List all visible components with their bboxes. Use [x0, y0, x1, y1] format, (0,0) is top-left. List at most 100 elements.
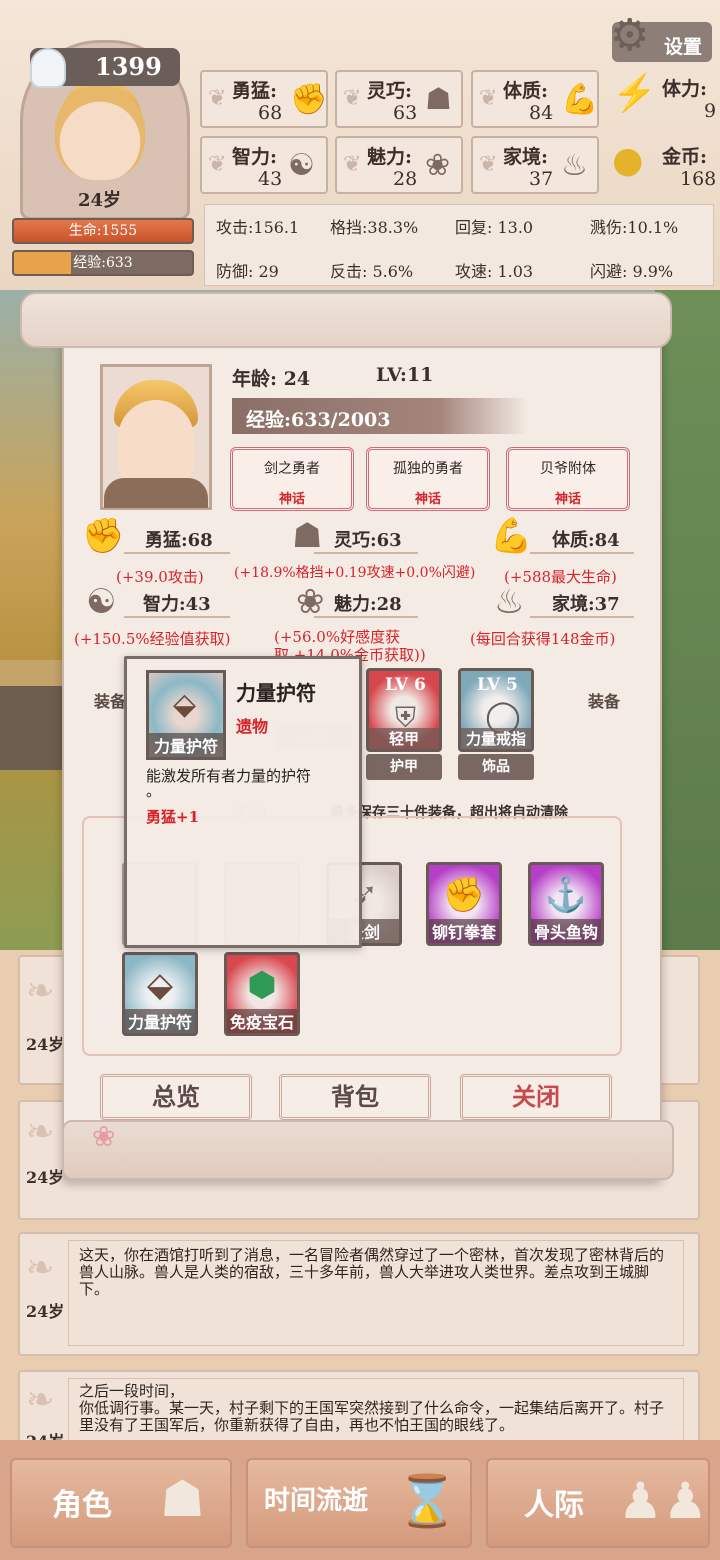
feather-icon: ❧ [26, 1248, 55, 1288]
stat-agility[interactable]: ❦ 灵巧: 63 ☗ [335, 70, 463, 128]
title-rank: 神话 [414, 492, 441, 507]
tooltip-type: 遗物 [236, 717, 269, 736]
overview-button[interactable]: 总览 [100, 1074, 252, 1120]
item-name: 免疫宝石 [227, 1009, 297, 1033]
equip-slot-accessory[interactable]: LV 5 ◯ 力量戒指 [458, 668, 534, 752]
hourglass-icon: ⌛ [396, 1472, 459, 1530]
nav-label: 角色 [52, 1488, 112, 1523]
attr-bonus: (每回合获得148金币) [470, 630, 616, 648]
equip-level: LV 5 [477, 675, 518, 695]
panel-age: 年龄: 24 [232, 368, 311, 390]
tooltip-title: 力量护符 [236, 681, 316, 705]
exp-bar: 经验:633 [12, 250, 194, 276]
equip-tag-armor: 护甲 [366, 754, 442, 780]
hp-bar: 生命:1555 [12, 218, 194, 244]
log-entry[interactable]: ❧ 24岁 这天，你在酒馆打听到了消息，一名冒险者偶然穿过了一个密林，首次发现了… [18, 1232, 700, 1356]
stat-name: 智力: [232, 146, 278, 168]
inventory-item-studded-gauntlet[interactable]: ✊ 铆钉拳套 [426, 862, 502, 946]
fist-icon: ✊ [290, 82, 328, 117]
backpack-button[interactable]: 背包 [279, 1074, 431, 1120]
nav-character[interactable]: 角色 ☗ [10, 1458, 232, 1548]
arm-icon: 💪 [561, 82, 599, 117]
equip-label-right: 装备 [588, 692, 621, 711]
amulet-icon: ⬙ [146, 965, 174, 1005]
amulet-icon: ⬙ [173, 687, 197, 722]
feather-icon: ❧ [26, 1380, 55, 1420]
coin-icon: ● [612, 140, 644, 181]
cloak-icon: ☗ [292, 516, 323, 556]
title-card[interactable]: 剑之勇者 神话 [230, 447, 354, 511]
stat-value: 84 [529, 102, 554, 124]
portrait-body [104, 478, 208, 508]
nav-time-passes[interactable]: 时间流逝 ⌛ [246, 1458, 472, 1548]
log-text: 之后一段时间， 你低调行事。某一天，村子剩下的王国军突然接到了什么命令，一起集结… [79, 1382, 665, 1434]
feather-icon: ❧ [26, 971, 55, 1011]
leaf-deco-icon: ❦ [343, 86, 362, 111]
avatar [55, 85, 145, 180]
gold-label: 金币: [662, 146, 708, 168]
stat-intelligence[interactable]: ❦ 智力: 43 ☯ [200, 136, 328, 194]
log-age: 24岁 [26, 1035, 65, 1054]
attr-agility: 灵巧:63 [334, 530, 402, 551]
attr-constitution: 体质:84 [552, 530, 620, 551]
divider [314, 552, 418, 554]
leaf-deco-icon: ❦ [208, 86, 227, 111]
log-age: 24岁 [26, 1168, 65, 1187]
stat-value: 37 [529, 168, 554, 190]
equip-name: 轻甲 [369, 728, 439, 749]
attr-charm: 魅力:28 [334, 594, 402, 615]
flower-icon: ❀ [425, 148, 451, 183]
leaf-deco-icon: ❦ [208, 152, 227, 177]
tooltip-thumb-label: 力量护符 [149, 733, 223, 757]
substat-dodge: 闪避: 9.9% [590, 262, 674, 281]
stamina-value: 9 [704, 100, 717, 122]
panel-level: LV:11 [376, 364, 434, 386]
leaf-deco-icon: ❦ [343, 152, 362, 177]
substat-regen: 回复: 13.0 [455, 218, 534, 237]
divider [124, 552, 230, 554]
item-name: 铆钉拳套 [429, 919, 499, 943]
substat-counter: 反击: 5.6% [330, 262, 414, 281]
title-card[interactable]: 孤独的勇者 神话 [366, 447, 490, 511]
substat-speed: 攻速: 1.03 [455, 262, 534, 281]
log-age: 24岁 [26, 1302, 65, 1321]
stat-constitution[interactable]: ❦ 体质: 84 💪 [471, 70, 599, 128]
title-name: 贝爷附体 [540, 461, 596, 477]
divider [314, 616, 418, 618]
score-value: 1399 [95, 52, 162, 81]
log-text-frame: 之后一段时间， 你低调行事。某一天，村子剩下的王国军突然接到了什么命令，一起集结… [68, 1378, 684, 1448]
nav-label: 人际 [524, 1488, 584, 1523]
inventory-item-immunity-gem[interactable]: ⬢ 免疫宝石 [224, 952, 300, 1036]
close-button[interactable]: 关闭 [460, 1074, 612, 1120]
soul-icon [30, 48, 66, 88]
title-rank: 神话 [278, 492, 305, 507]
stat-charm[interactable]: ❦ 魅力: 28 ❀ [335, 136, 463, 194]
brain-icon: ☯ [288, 148, 315, 183]
item-name: 力量护符 [125, 1009, 195, 1033]
nav-label: 时间流逝 [264, 1486, 369, 1516]
inventory-item-strength-amulet[interactable]: ⬙ 力量护符 [122, 952, 198, 1036]
age-label: 24岁 [78, 190, 122, 211]
substat-splash: 溅伤:10.1% [590, 218, 679, 237]
stat-name: 勇猛: [232, 80, 278, 102]
title-rank: 神话 [554, 492, 581, 507]
nav-relations[interactable]: 人际 ♟♟ [486, 1458, 710, 1548]
equip-slot-armor[interactable]: LV 6 ⛨ 轻甲 [366, 668, 442, 752]
lightning-icon: ⚡ [612, 73, 657, 114]
ribbon-deco-icon: ❀ [92, 1120, 116, 1153]
stat-family[interactable]: ❦ 家境: 37 ♨ [471, 136, 599, 194]
stat-brave[interactable]: ❦ 勇猛: 68 ✊ [200, 70, 328, 128]
inventory-item-bone-hook[interactable]: ⚓ 骨头鱼钩 [528, 862, 604, 946]
title-card[interactable]: 贝爷附体 神话 [506, 447, 630, 511]
background-hut [0, 660, 70, 770]
divider [124, 616, 230, 618]
tooltip-effect: 勇猛+1 [146, 808, 200, 826]
log-text: 这天，你在酒馆打听到了消息，一名冒险者偶然穿过了一个密林，首次发现了密林背后的兽… [79, 1246, 665, 1298]
gauntlet-icon: ✊ [442, 875, 486, 915]
divider [530, 552, 634, 554]
stat-value: 68 [258, 102, 283, 124]
stat-value: 43 [258, 168, 283, 190]
log-entry[interactable]: ❧ 24岁 之后一段时间， 你低调行事。某一天，村子剩下的王国军突然接到了什么命… [18, 1370, 700, 1451]
settings-label: 设置 [664, 36, 703, 58]
leaf-deco-icon: ❦ [479, 152, 498, 177]
